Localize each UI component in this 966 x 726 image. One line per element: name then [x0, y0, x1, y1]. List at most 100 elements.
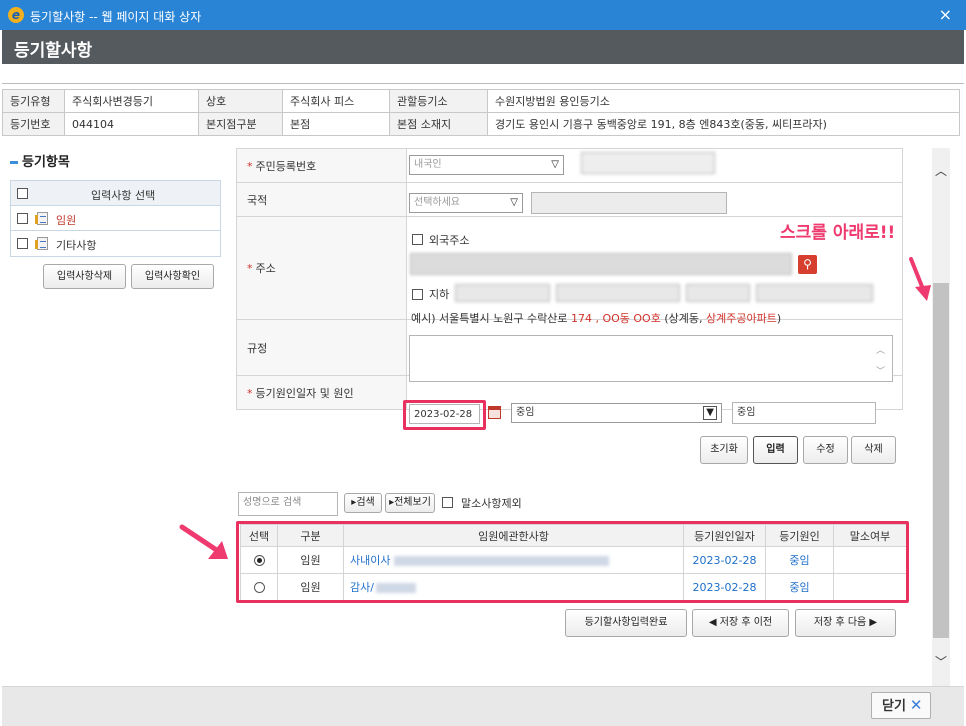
nationality-text-input[interactable] [531, 192, 727, 214]
delete-input-button[interactable]: 입력사항삭제 [43, 264, 126, 289]
save-prev-button[interactable]: ◀ 저장 후 이전 [692, 609, 789, 637]
confirm-input-button[interactable]: 입력사항확인 [131, 264, 214, 289]
info-label: 본점 소재지 [389, 112, 488, 136]
annotation-arrow-down-icon [909, 257, 931, 301]
bullet-icon [10, 161, 18, 164]
list-item[interactable]: 기타사항 [11, 231, 220, 256]
page-header: 등기할사항 [2, 30, 964, 64]
rule-textarea[interactable] [409, 335, 893, 382]
scroll-down-icon[interactable]: ﹀ [932, 653, 950, 671]
left-panel-title-text: 등기항목 [22, 155, 70, 170]
exclude-deleted-checkbox[interactable] [442, 497, 453, 508]
address-detail-input-3[interactable] [686, 284, 750, 302]
edit-button[interactable]: 수정 [803, 436, 848, 464]
date-highlight-box [403, 400, 486, 430]
header-gap [2, 64, 964, 84]
item-select-header-label: 입력사항 선택 [91, 189, 156, 202]
ie-icon: e [8, 7, 24, 23]
reset-button[interactable]: 초기화 [700, 436, 748, 464]
info-value: 주식회사변경등기 [64, 89, 199, 113]
view-all-button-label: 전체보기 [394, 497, 431, 508]
save-next-button[interactable]: 저장 후 다음 ▶ [795, 609, 896, 637]
search-button[interactable]: ▸검색 [344, 493, 382, 513]
address-input[interactable] [410, 253, 792, 275]
close-icon: ✕ [909, 696, 923, 714]
table-highlight-box [236, 521, 909, 603]
list-item[interactable]: 임원 [11, 206, 220, 231]
info-row: 등기번호 044104 본지점구분 본점 본점 소재지 경기도 용인시 기흥구 … [2, 112, 960, 136]
example-suffix: ) [776, 312, 782, 325]
example-prefix: 예시) 서울특별시 노원구 수락산로 [411, 312, 568, 325]
foreign-address-label: 외국주소 [429, 234, 470, 247]
form-label-nationality: 국적 [236, 182, 407, 217]
address-example: 예시) 서울특별시 노원구 수락산로 174 , OO동 OO호 (상계동, 상… [411, 310, 781, 326]
next-circle-icon: ▶ [869, 617, 878, 628]
save-next-label: 저장 후 다음 [813, 617, 867, 628]
foreign-address-checkbox[interactable] [412, 234, 423, 245]
item-select-header: 입력사항 선택 [11, 181, 220, 206]
scrollbar-thumb[interactable] [933, 283, 949, 638]
document-icon [35, 212, 48, 225]
info-value: 044104 [64, 112, 199, 136]
vertical-scrollbar[interactable]: ︿ ﹀ [932, 148, 950, 686]
basement-label: 지하 [429, 288, 450, 301]
exclude-deleted-label: 말소사항제외 [461, 497, 522, 510]
dialog-footer [2, 686, 964, 726]
cause-label: 등기원인일자 및 원인 [255, 386, 354, 400]
address-detail-input-4[interactable] [756, 284, 873, 302]
scroll-up-icon[interactable]: ︿ [932, 162, 950, 180]
nationality-select[interactable]: 선택하세요 ▽ [409, 193, 523, 213]
cause-text-input[interactable]: 중임 [732, 402, 876, 424]
address-detail-input-1[interactable] [455, 284, 550, 302]
form-label-cause: * 등기원인일자 및 원인 [236, 375, 407, 410]
form-label-resident: * 주민등록번호 [236, 148, 407, 183]
info-value: 경기도 용인시 기흥구 동백중앙로 191, 8층 엔843호(중동, 씨티프라… [487, 112, 960, 136]
delete-button[interactable]: 삭제 [851, 436, 896, 464]
item-checkbox[interactable] [17, 238, 28, 249]
basement-checkbox[interactable] [412, 289, 423, 300]
info-value: 수원지방법원 용인등기소 [487, 89, 960, 113]
cause-select[interactable]: 중임 ▼ [511, 403, 722, 423]
info-value: 주식회사 피스 [282, 89, 390, 113]
form-label-address: * 주소 [236, 216, 407, 320]
item-label-officer[interactable]: 임원 [56, 212, 76, 228]
page-title: 등기할사항 [14, 41, 93, 61]
document-icon [35, 237, 48, 250]
required-mark: * [247, 159, 253, 173]
info-label: 본지점구분 [198, 112, 283, 136]
prev-circle-icon: ◀ [708, 617, 717, 628]
textarea-scroll-up-icon[interactable]: ︿ [876, 343, 885, 356]
calendar-icon[interactable] [488, 406, 501, 419]
address-search-icon[interactable]: ⚲ [798, 255, 817, 274]
nationality-label: 국적 [247, 193, 268, 207]
save-prev-label: 저장 후 이전 [719, 617, 773, 628]
example-number: 174 , OO동 OO호 [570, 312, 661, 325]
nationality-value: 선택하세요 [414, 197, 460, 208]
textarea-scroll-down-icon[interactable]: ﹀ [876, 364, 885, 377]
example-middle: (상계동, [664, 312, 703, 325]
annotation-arrow-right-icon [179, 524, 228, 559]
item-label-other[interactable]: 기타사항 [56, 237, 96, 253]
info-row: 등기유형 주식회사변경등기 상호 주식회사 피스 관할등기소 수원지방법원 용인… [2, 89, 960, 113]
resident-label: 주민등록번호 [255, 159, 317, 173]
info-value: 본점 [282, 112, 390, 136]
complete-input-button[interactable]: 등기할사항입력완료 [565, 609, 687, 637]
left-panel-title: 등기항목 [10, 151, 70, 170]
resident-number-input[interactable] [581, 152, 715, 174]
input-button[interactable]: 입력 [753, 436, 798, 464]
select-all-checkbox[interactable] [17, 188, 28, 199]
chevron-down-icon: ▽ [510, 197, 518, 208]
window-close-icon[interactable]: × [939, 5, 952, 24]
view-all-button[interactable]: ▸전체보기 [385, 493, 435, 513]
item-checkbox[interactable] [17, 213, 28, 224]
required-mark: * [247, 386, 253, 400]
address-detail-input-2[interactable] [556, 284, 680, 302]
window-title: 등기할사항 -- 웹 페이지 대화 상자 [30, 10, 202, 24]
close-dialog-button[interactable]: 닫기 ✕ [871, 692, 931, 719]
info-label: 관할등기소 [389, 89, 488, 113]
close-dialog-label: 닫기 [882, 699, 906, 714]
resident-type-select[interactable]: 내국인 ▽ [409, 155, 564, 175]
info-label: 등기유형 [2, 89, 65, 113]
chevron-down-icon: ▼ [703, 406, 717, 420]
name-search-input[interactable]: 성명으로 검색 [238, 492, 338, 516]
